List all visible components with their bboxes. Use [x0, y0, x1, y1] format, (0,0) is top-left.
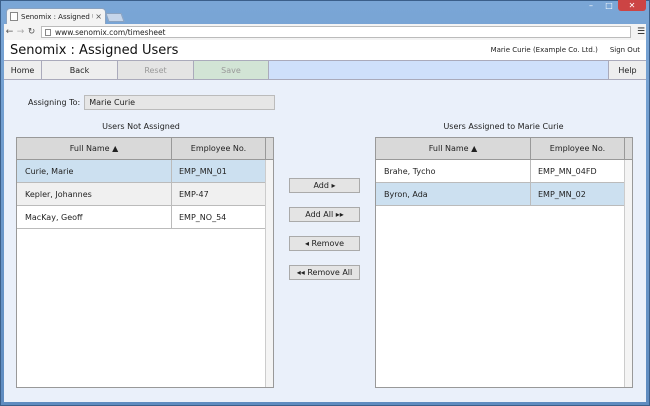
- left-list-title: Users Not Assigned: [102, 122, 180, 131]
- vertical-scrollbar[interactable]: [265, 160, 273, 387]
- app-toolbar: Home Back Reset Save Help: [4, 60, 646, 80]
- remove-button[interactable]: ◂ Remove: [289, 236, 360, 251]
- table-row[interactable]: Brahe, Tycho EMP_MN_04FD: [376, 160, 632, 183]
- employee-no-column-header[interactable]: Employee No.: [172, 138, 266, 159]
- app-header: Senomix : Assigned Users Marie Curie (Ex…: [4, 40, 646, 60]
- remove-all-button[interactable]: ◂◂ Remove All: [289, 265, 360, 280]
- tab-title: Senomix : Assigned Users: [21, 12, 93, 21]
- assigning-to-label: Assigning To:: [28, 98, 81, 107]
- home-button[interactable]: Home: [4, 61, 42, 79]
- browser-toolbar: ← → ↻ www.senomix.com/timesheet ☰: [4, 24, 646, 40]
- close-window-icon[interactable]: ✕: [618, 0, 646, 11]
- table-row[interactable]: MacKay, Geoff EMP_NO_54: [17, 206, 273, 229]
- toolbar-spacer: [269, 61, 608, 79]
- employee-no-column-header[interactable]: Employee No.: [531, 138, 625, 159]
- right-list-title: Users Assigned to Marie Curie: [443, 122, 564, 131]
- unassigned-users-grid: Full Name ▲ Employee No. Curie, Marie EM…: [16, 137, 274, 388]
- browser-tab[interactable]: Senomix : Assigned Users ×: [6, 8, 106, 24]
- close-tab-icon[interactable]: ×: [95, 12, 102, 21]
- assigning-to-row: Assigning To: Marie Curie: [28, 95, 276, 110]
- menu-icon[interactable]: ☰: [637, 27, 645, 37]
- page-title: Senomix : Assigned Users: [10, 42, 179, 58]
- header-right: Marie Curie (Example Co. Ltd.) Sign Out: [491, 46, 640, 54]
- table-row[interactable]: Byron, Ada EMP_MN_02: [376, 183, 632, 206]
- employee-no-cell: EMP_MN_04FD: [538, 166, 597, 176]
- header-scroll-cap: [625, 138, 632, 159]
- employee-no-cell: EMP-47: [179, 189, 209, 199]
- full-name-cell: Kepler, Johannes: [17, 183, 172, 205]
- new-tab-button[interactable]: [105, 13, 125, 22]
- assigning-to-field[interactable]: Marie Curie: [84, 95, 276, 110]
- reload-icon[interactable]: ↻: [26, 27, 37, 37]
- forward-arrow-icon[interactable]: →: [15, 27, 26, 37]
- full-name-cell: Curie, Marie: [17, 160, 172, 182]
- back-arrow-icon[interactable]: ←: [4, 27, 15, 37]
- add-all-button[interactable]: Add All ▸▸: [289, 207, 360, 222]
- full-name-cell: Byron, Ada: [376, 183, 531, 205]
- current-user: Marie Curie (Example Co. Ltd.): [490, 46, 598, 54]
- help-button[interactable]: Help: [608, 61, 646, 79]
- employee-no-cell: EMP_MN_01: [179, 166, 227, 176]
- reset-button[interactable]: Reset: [118, 61, 194, 79]
- grid-header: Full Name ▲ Employee No.: [376, 138, 632, 160]
- save-button[interactable]: Save: [194, 61, 269, 79]
- sign-out-link[interactable]: Sign Out: [610, 46, 640, 54]
- back-button[interactable]: Back: [42, 61, 118, 79]
- window-controls: – □ ✕: [582, 0, 646, 11]
- full-name-column-header[interactable]: Full Name ▲: [376, 138, 531, 159]
- page-icon: [10, 12, 18, 21]
- vertical-scrollbar[interactable]: [624, 160, 632, 387]
- app-page: Senomix : Assigned Users Marie Curie (Ex…: [4, 40, 646, 402]
- full-name-cell: MacKay, Geoff: [17, 206, 172, 228]
- address-bar[interactable]: www.senomix.com/timesheet: [41, 26, 631, 38]
- table-row[interactable]: Kepler, Johannes EMP-47: [17, 183, 273, 206]
- employee-no-cell: EMP_NO_54: [179, 212, 227, 222]
- employee-no-cell: EMP_MN_02: [538, 189, 586, 199]
- assigned-users-grid: Full Name ▲ Employee No. Brahe, Tycho EM…: [375, 137, 633, 388]
- grid-header: Full Name ▲ Employee No.: [17, 138, 273, 160]
- minimize-icon[interactable]: –: [582, 0, 600, 11]
- url-text: www.senomix.com/timesheet: [55, 27, 166, 37]
- page-icon: [45, 28, 51, 36]
- full-name-cell: Brahe, Tycho: [376, 160, 531, 182]
- full-name-column-header[interactable]: Full Name ▲: [17, 138, 172, 159]
- table-row[interactable]: Curie, Marie EMP_MN_01: [17, 160, 273, 183]
- add-button[interactable]: Add ▸: [289, 178, 360, 193]
- maximize-icon[interactable]: □: [600, 0, 618, 11]
- header-scroll-cap: [266, 138, 273, 159]
